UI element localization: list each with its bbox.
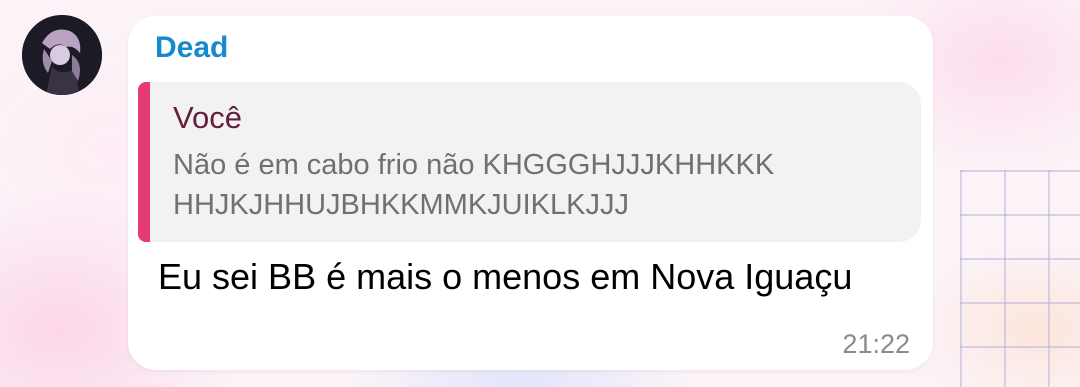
message-text: Eu sei BB é mais o menos em Nova Iguaçu xyxy=(158,256,853,297)
sender-name[interactable]: Dead xyxy=(155,29,228,67)
reply-author: Você xyxy=(173,100,242,135)
reply-accent-bar xyxy=(138,82,150,242)
background-pattern xyxy=(960,170,1080,387)
reply-text: Não é em cabo frio não KHGGGHJJJKHHKKK H… xyxy=(173,149,775,221)
message-timestamp: 21:22 xyxy=(842,329,910,359)
avatar[interactable] xyxy=(22,15,102,95)
avatar-image xyxy=(22,15,102,95)
